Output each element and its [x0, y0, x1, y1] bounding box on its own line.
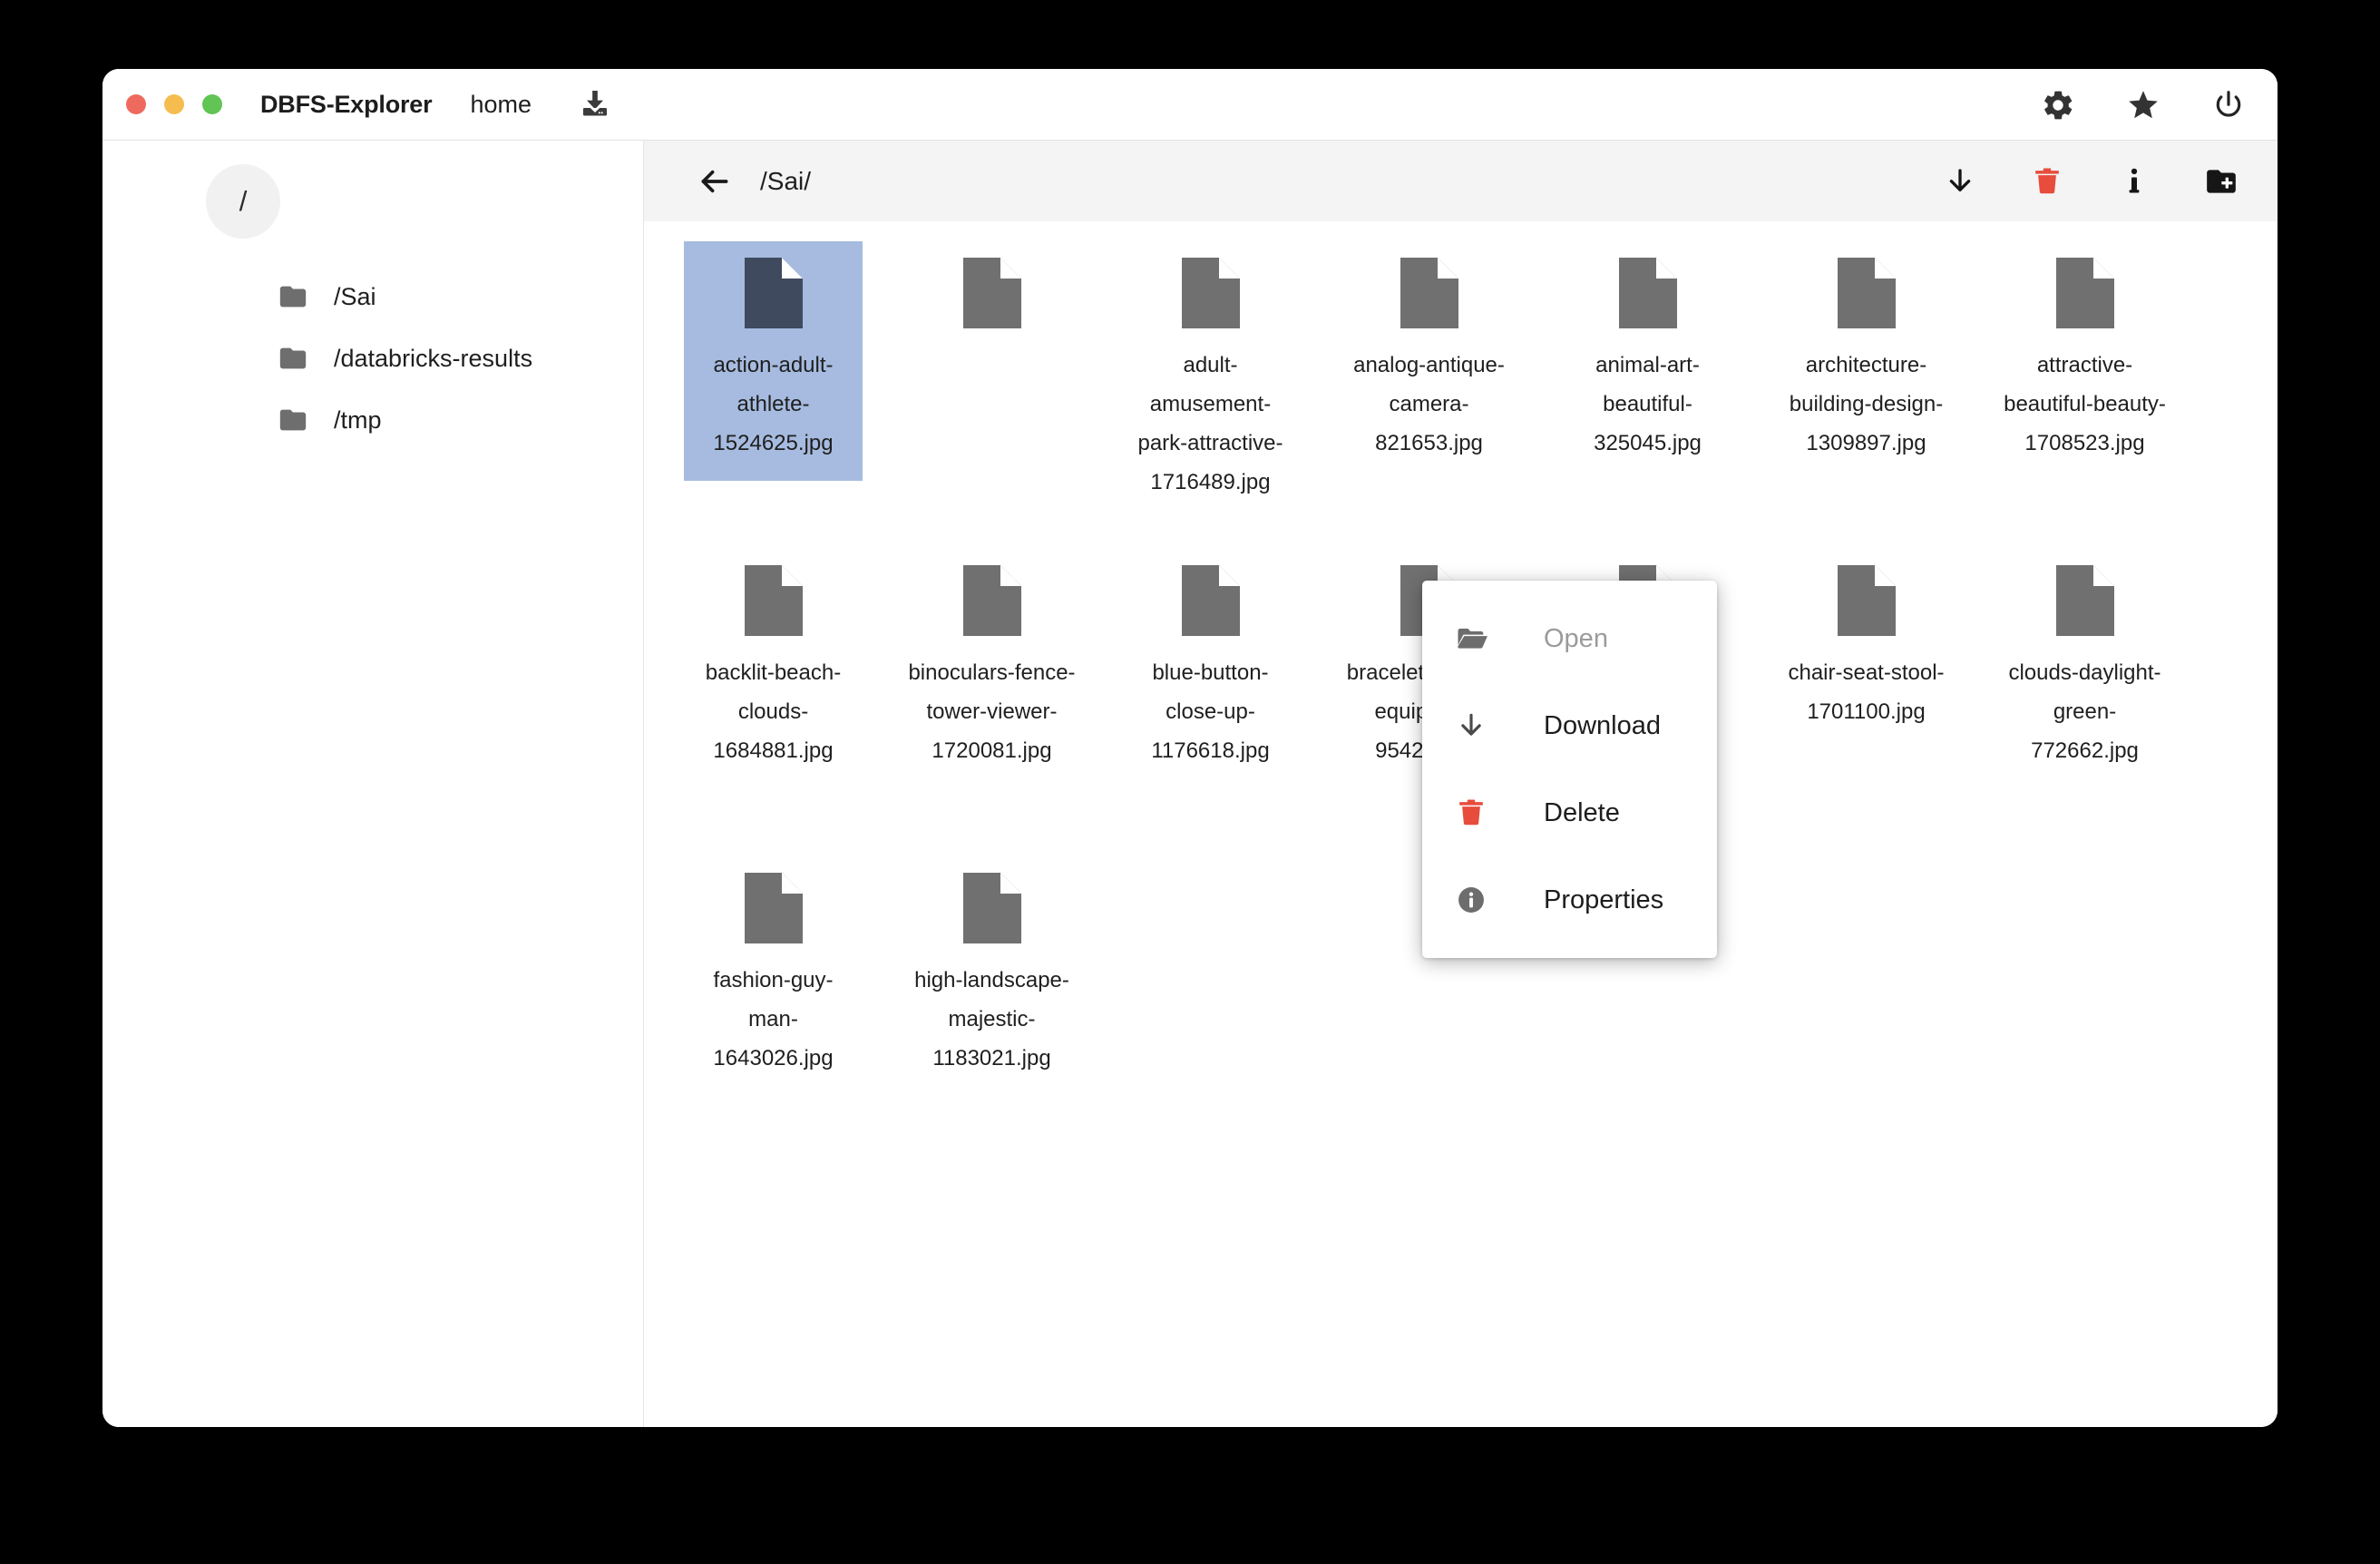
file-tile[interactable]: attractive-beautiful-beauty-1708523.jpg [1995, 241, 2174, 481]
title-bar: DBFS-Explorer home [102, 69, 2278, 141]
app-window: DBFS-Explorer home / /Sai /databricks-re… [102, 69, 2278, 1427]
file-name: chair-seat-stool-1701100.jpg [1788, 660, 1945, 724]
app-title: DBFS-Explorer [260, 90, 433, 118]
home-link[interactable]: home [470, 91, 532, 119]
open-folder-icon [1455, 621, 1498, 656]
file-tile[interactable]: blue-button-close-up-1176618.jpg [1121, 549, 1300, 788]
file-name: adult-amusement-park-attractive-1716489.… [1137, 353, 1283, 494]
file-tile[interactable]: fashion-guy-man-1643026.jpg [684, 856, 863, 1096]
main-pane: /Sai/ action-adult-athlete-1524625.jpg a… [644, 141, 2278, 1427]
gear-icon[interactable] [2040, 87, 2076, 123]
sidebar: / /Sai /databricks-results /tmp [102, 141, 644, 1427]
file-name: clouds-daylight-green-772662.jpg [2008, 660, 2161, 763]
file-tile[interactable]: backlit-beach-clouds-1684881.jpg [684, 549, 863, 788]
file-tile[interactable]: high-landscape-majestic-1183021.jpg [902, 856, 1081, 1096]
toolbar-actions [1940, 161, 2241, 201]
context-menu-item-delete[interactable]: Delete [1422, 769, 1717, 856]
folder-icon [278, 281, 308, 312]
file-icon [744, 565, 803, 640]
sidebar-item-sai[interactable]: /Sai [102, 266, 643, 327]
file-name: binoculars-fence-tower-viewer-1720081.jp… [908, 660, 1076, 763]
download-arrow-icon [1455, 709, 1498, 742]
context-menu-label: Delete [1544, 797, 1620, 827]
file-tile[interactable]: architecture-building-design-1309897.jpg [1777, 241, 1956, 481]
file-name: attractive-beautiful-beauty-1708523.jpg [2004, 353, 2166, 455]
file-icon [962, 258, 1021, 333]
file-icon [1181, 258, 1240, 333]
delete-icon[interactable] [2027, 161, 2067, 201]
file-icon [2055, 565, 2114, 640]
file-icon [962, 873, 1021, 948]
file-tile[interactable]: animal-art-beautiful-325045.jpg [1558, 241, 1737, 481]
info-circle-icon [1455, 884, 1498, 916]
file-icon [1181, 565, 1240, 640]
file-icon [744, 258, 803, 333]
sidebar-item-label: /Sai [334, 282, 376, 310]
path-toolbar: /Sai/ [644, 141, 2278, 221]
context-menu-label: Download [1544, 710, 1661, 740]
file-tile-selected[interactable]: action-adult-athlete-1524625.jpg [684, 241, 863, 481]
file-icon [962, 565, 1021, 640]
sidebar-item-databricks-results[interactable]: /databricks-results [102, 327, 643, 389]
star-icon[interactable] [2125, 87, 2161, 123]
folder-icon [278, 343, 308, 374]
file-tile[interactable]: clouds-daylight-green-772662.jpg [1995, 549, 2174, 788]
file-icon [1837, 565, 1896, 640]
window-controls [126, 94, 222, 114]
file-name: high-landscape-majestic-1183021.jpg [914, 968, 1069, 1070]
maximize-window-button[interactable] [202, 94, 222, 114]
file-grid-row: action-adult-athlete-1524625.jpg adult-a… [644, 241, 2278, 520]
power-icon[interactable] [2210, 87, 2247, 123]
file-icon [2055, 258, 2114, 333]
sidebar-root-label: / [239, 185, 248, 217]
minimize-window-button[interactable] [164, 94, 184, 114]
file-name: fashion-guy-man-1643026.jpg [713, 968, 834, 1070]
file-name: blue-button-close-up-1176618.jpg [1151, 660, 1270, 763]
file-icon [1400, 258, 1458, 333]
arrow-left-icon[interactable] [695, 161, 735, 201]
context-menu: Open Download Delete Properties [1422, 581, 1717, 958]
sidebar-tree: /Sai /databricks-results /tmp [102, 266, 643, 451]
close-window-button[interactable] [126, 94, 146, 114]
file-name: animal-art-beautiful-325045.jpg [1594, 353, 1702, 455]
context-menu-label: Properties [1544, 885, 1664, 914]
sidebar-root-item[interactable]: / [206, 164, 280, 239]
context-menu-item-open: Open [1422, 595, 1717, 682]
file-grid-area: action-adult-athlete-1524625.jpg adult-a… [644, 221, 2278, 1427]
file-icon [744, 873, 803, 948]
context-menu-item-download[interactable]: Download [1422, 682, 1717, 769]
file-name: action-adult-athlete-1524625.jpg [713, 353, 834, 455]
file-tile[interactable]: chair-seat-stool-1701100.jpg [1777, 549, 1956, 749]
breadcrumb[interactable]: /Sai/ [760, 167, 811, 196]
context-menu-item-properties[interactable]: Properties [1422, 856, 1717, 943]
sidebar-item-label: /databricks-results [334, 344, 533, 372]
download-icon[interactable] [1940, 161, 1980, 201]
file-icon [1837, 258, 1896, 333]
info-icon[interactable] [2114, 161, 2154, 201]
file-name: backlit-beach-clouds-1684881.jpg [705, 660, 842, 763]
file-name: architecture-building-design-1309897.jpg [1789, 353, 1944, 455]
window-body: / /Sai /databricks-results /tmp /Sai/ ac… [102, 141, 2278, 1427]
file-icon [1618, 258, 1677, 333]
file-tile[interactable]: binoculars-fence-tower-viewer-1720081.jp… [902, 549, 1081, 788]
sidebar-item-tmp[interactable]: /tmp [102, 389, 643, 451]
trash-icon [1455, 797, 1498, 829]
file-tile[interactable]: adult-amusement-park-attractive-1716489.… [1121, 241, 1300, 520]
install-icon[interactable] [577, 86, 613, 122]
file-tile[interactable] [902, 241, 1081, 427]
folder-icon [278, 405, 308, 435]
context-menu-label: Open [1544, 623, 1608, 653]
sidebar-item-label: /tmp [334, 406, 382, 434]
file-name: analog-antique-camera-821653.jpg [1353, 353, 1505, 455]
new-folder-icon[interactable] [2201, 161, 2241, 201]
title-bar-actions [2040, 69, 2247, 141]
file-tile[interactable]: analog-antique-camera-821653.jpg [1340, 241, 1518, 481]
